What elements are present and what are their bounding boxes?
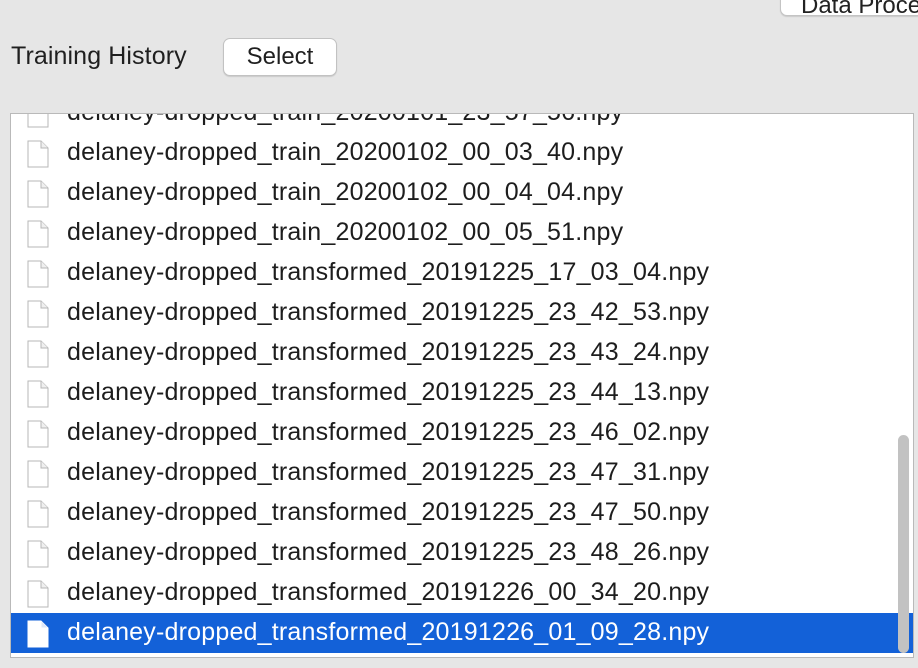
- file-row[interactable]: delaney-dropped_transformed_20191226_01_…: [11, 613, 913, 653]
- file-name: delaney-dropped_train_20200101_23_57_56.…: [67, 114, 623, 127]
- document-icon: [27, 140, 49, 168]
- document-icon: [27, 500, 49, 528]
- select-button[interactable]: Select: [223, 38, 337, 76]
- document-icon: [27, 580, 49, 608]
- data-processing-button-label: Data Processing: [801, 0, 918, 16]
- file-row[interactable]: delaney-dropped_transformed_20191225_17_…: [11, 253, 913, 293]
- scrollbar-thumb[interactable]: [898, 435, 909, 653]
- document-icon: [27, 180, 49, 208]
- file-name: delaney-dropped_transformed_20191225_23_…: [67, 538, 710, 566]
- file-name: delaney-dropped_train_20200102_00_05_51.…: [67, 218, 624, 246]
- file-name: delaney-dropped_transformed_20191225_23_…: [67, 458, 710, 486]
- document-icon: [27, 460, 49, 488]
- training-history-label: Training History: [11, 42, 187, 70]
- file-name: delaney-dropped_transformed_20191226_00_…: [67, 578, 710, 606]
- file-row[interactable]: delaney-dropped_transformed_20191225_23_…: [11, 493, 913, 533]
- document-icon: [27, 540, 49, 568]
- file-row[interactable]: delaney-dropped_transformed_20191225_23_…: [11, 333, 913, 373]
- vertical-scrollbar[interactable]: [895, 114, 911, 657]
- file-list[interactable]: delaney-dropped_train_20200101_23_57_56.…: [10, 113, 914, 658]
- file-name: delaney-dropped_transformed_20191225_23_…: [67, 338, 710, 366]
- file-name: delaney-dropped_transformed_20191225_23_…: [67, 298, 710, 326]
- file-name: delaney-dropped_train_20200102_00_04_04.…: [67, 178, 624, 206]
- document-icon: [27, 380, 49, 408]
- document-icon: [27, 420, 49, 448]
- file-row[interactable]: delaney-dropped_transformed_20191225_23_…: [11, 453, 913, 493]
- document-icon: [27, 260, 49, 288]
- file-name: delaney-dropped_transformed_20191225_17_…: [67, 258, 710, 286]
- document-icon: [27, 220, 49, 248]
- file-name: delaney-dropped_transformed_20191225_23_…: [67, 498, 710, 526]
- file-row[interactable]: delaney-dropped_train_20200102_00_04_04.…: [11, 173, 913, 213]
- file-row[interactable]: delaney-dropped_transformed_20191225_23_…: [11, 413, 913, 453]
- file-list-rows: delaney-dropped_train_20200101_23_57_56.…: [11, 114, 913, 653]
- file-name: delaney-dropped_transformed_20191225_23_…: [67, 418, 710, 446]
- file-row[interactable]: delaney-dropped_transformed_20191225_23_…: [11, 293, 913, 333]
- document-icon: [27, 340, 49, 368]
- file-row[interactable]: delaney-dropped_transformed_20191225_23_…: [11, 373, 913, 413]
- document-icon: [27, 300, 49, 328]
- file-row[interactable]: delaney-dropped_train_20200102_00_03_40.…: [11, 133, 913, 173]
- file-row[interactable]: delaney-dropped_train_20200101_23_57_56.…: [11, 114, 913, 133]
- file-name: delaney-dropped_transformed_20191226_01_…: [67, 618, 710, 646]
- file-row[interactable]: delaney-dropped_transformed_20191225_23_…: [11, 533, 913, 573]
- document-icon: [27, 114, 49, 128]
- data-processing-button[interactable]: Data Processing: [780, 0, 918, 16]
- document-icon: [27, 620, 49, 648]
- file-row[interactable]: delaney-dropped_train_20200102_00_05_51.…: [11, 213, 913, 253]
- file-row[interactable]: delaney-dropped_transformed_20191226_00_…: [11, 573, 913, 613]
- file-name: delaney-dropped_train_20200102_00_03_40.…: [67, 138, 624, 166]
- file-name: delaney-dropped_transformed_20191225_23_…: [67, 378, 710, 406]
